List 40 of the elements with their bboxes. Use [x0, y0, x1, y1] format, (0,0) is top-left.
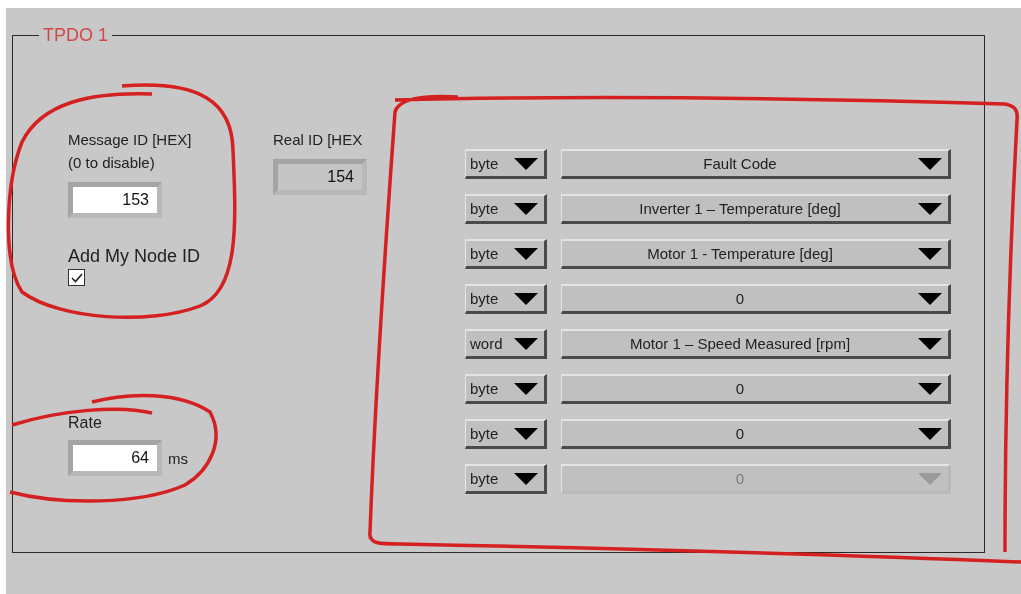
caret-icon: [918, 472, 942, 485]
checkbox-label: Add My Node ID: [68, 246, 202, 267]
field-label: Message ID [HEX]: [68, 130, 193, 150]
caret-icon: [918, 427, 942, 440]
caret-icon: [918, 247, 942, 260]
type-dropdown[interactable]: byte: [465, 149, 547, 179]
caret-icon: [918, 292, 942, 305]
caret-icon: [918, 382, 942, 395]
type-dropdown[interactable]: byte: [465, 284, 547, 314]
checkbox[interactable]: [68, 269, 85, 286]
signal-dropdown[interactable]: Inverter 1 – Temperature [deg]: [561, 194, 951, 224]
signal-dropdown[interactable]: 0: [561, 284, 951, 314]
caret-icon: [514, 337, 538, 350]
caret-icon: [514, 427, 538, 440]
signal-dropdown[interactable]: 0: [561, 374, 951, 404]
caret-icon: [514, 157, 538, 170]
type-dropdown[interactable]: byte: [465, 239, 547, 269]
check-icon: [70, 272, 83, 283]
caret-icon: [514, 202, 538, 215]
signal-dropdown[interactable]: Motor 1 – Speed Measured [rpm]: [561, 329, 951, 359]
rate-field[interactable]: 64: [68, 440, 162, 476]
signal-dropdown[interactable]: Motor 1 - Temperature [deg]: [561, 239, 951, 269]
type-dropdown[interactable]: byte: [465, 194, 547, 224]
type-dropdown[interactable]: byte: [465, 419, 547, 449]
unit-label: ms: [168, 449, 188, 467]
caret-icon: [514, 292, 538, 305]
caret-icon: [514, 247, 538, 260]
type-dropdown[interactable]: byte: [465, 374, 547, 404]
id-field[interactable]: 153: [68, 182, 162, 218]
signal-dropdown[interactable]: Fault Code: [561, 149, 951, 179]
type-dropdown[interactable]: word: [465, 329, 547, 359]
rate-label: Rate: [68, 414, 103, 432]
caret-icon: [514, 472, 538, 485]
caret-icon: [514, 382, 538, 395]
caret-icon: [918, 337, 942, 350]
caret-icon: [918, 202, 942, 215]
caret-icon: [918, 157, 942, 170]
field-label: Real ID [HEX: [273, 130, 364, 150]
signal-dropdown[interactable]: 0: [561, 419, 951, 449]
field-label: (0 to disable): [68, 153, 156, 173]
